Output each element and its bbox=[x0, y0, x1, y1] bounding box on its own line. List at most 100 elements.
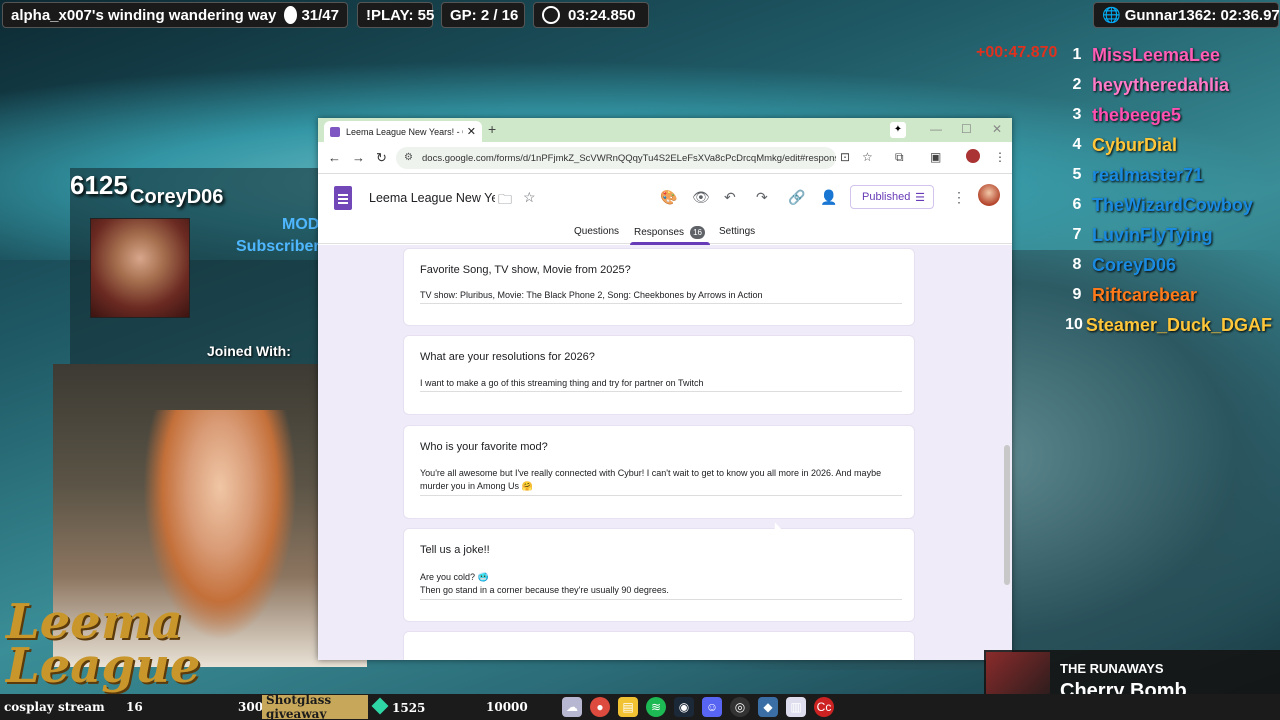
sparkle-icon[interactable]: ✦ bbox=[890, 122, 906, 138]
link-icon[interactable]: 🔗 bbox=[788, 189, 805, 206]
leaderboard-row: 4 CyburDial bbox=[1062, 130, 1272, 160]
points-value: 6125 bbox=[70, 170, 128, 200]
reload-icon[interactable]: ↻ bbox=[376, 150, 387, 166]
response-card: Favorite Song, TV show, Movie from 2025?… bbox=[403, 248, 915, 326]
gp-counter: GP: 2 / 16 bbox=[441, 2, 525, 28]
leaderboard-row: 7 LuvinFlyTying bbox=[1062, 220, 1272, 250]
more-icon[interactable]: ⋮ bbox=[952, 189, 966, 206]
tab-questions[interactable]: Questions bbox=[574, 226, 619, 237]
file-explorer-icon[interactable]: ▤ bbox=[618, 697, 638, 717]
obs-icon[interactable]: ◎ bbox=[730, 697, 750, 717]
published-label: Published bbox=[862, 191, 911, 203]
clock-icon bbox=[542, 6, 560, 24]
star-icon[interactable]: ☆ bbox=[523, 189, 536, 206]
now-playing-artist: THE RUNAWAYS bbox=[1060, 661, 1164, 676]
menu-icon[interactable]: ⋮ bbox=[994, 150, 1006, 164]
leaderboard-rank: 2 bbox=[1072, 76, 1082, 93]
tab-responses[interactable]: Responses 16 bbox=[634, 226, 706, 239]
leaderboard-rank: 5 bbox=[1072, 166, 1082, 183]
progress-count: 31/47 bbox=[301, 6, 339, 24]
sidepanel-icon[interactable]: ▣ bbox=[930, 150, 941, 164]
user-avatar[interactable] bbox=[978, 184, 1000, 206]
url-text: docs.google.com/forms/d/1nPFjmkZ_ScVWRnQ… bbox=[422, 152, 836, 164]
minimize-icon[interactable]: — bbox=[930, 122, 942, 136]
bookmark-star-icon[interactable]: ☆ bbox=[862, 150, 873, 164]
site-info-icon[interactable]: ⚙ bbox=[404, 152, 413, 163]
cloud-icon[interactable]: ☁ bbox=[562, 697, 582, 717]
app-icon[interactable]: ◆ bbox=[758, 697, 778, 717]
extensions-icon[interactable]: ⧉ bbox=[895, 150, 904, 165]
palette-icon[interactable]: 🎨 bbox=[660, 189, 677, 206]
close-window-icon[interactable]: ✕ bbox=[992, 122, 1002, 136]
tab-responses-label: Responses bbox=[634, 227, 685, 238]
scrollbar[interactable] bbox=[1004, 445, 1010, 585]
redo-icon[interactable]: ↷ bbox=[756, 189, 768, 206]
tab-settings[interactable]: Settings bbox=[719, 226, 755, 237]
leaderboard-name: LuvinFlyTying bbox=[1092, 224, 1213, 245]
leaderboard-name: thebeege5 bbox=[1092, 104, 1182, 125]
leaderboard-name: heyytheredahlia bbox=[1092, 74, 1230, 95]
undo-icon[interactable]: ↶ bbox=[724, 189, 736, 206]
steam-icon[interactable]: ◉ bbox=[674, 697, 694, 717]
joined-with-label: Joined With: bbox=[207, 343, 291, 359]
leaderboard-rank: 4 bbox=[1072, 136, 1082, 153]
leaderboard-rank: 3 bbox=[1072, 106, 1082, 123]
split-time: +00:47.870 bbox=[976, 44, 1058, 61]
browser-window: Leema League New Years! - Go ✕ + ✦ — ☐ ✕… bbox=[318, 118, 1012, 660]
response-card: Tell us a joke!! Are you cold? 🥶 Then go… bbox=[403, 528, 915, 622]
forms-favicon-icon bbox=[330, 126, 340, 137]
leaderboard-row: 8 CoreyD06 bbox=[1062, 250, 1272, 280]
leaderboard-name: Steamer_Duck_DGAF bbox=[1085, 314, 1272, 335]
leaderboard-row: 5 realmaster71 bbox=[1062, 160, 1272, 190]
response-card: Who is your favorite mod? You're all awe… bbox=[403, 425, 915, 519]
answer-text: I want to make a go of this streaming th… bbox=[420, 378, 704, 388]
leaderboard-row: 2 heyytheredahlia bbox=[1062, 70, 1272, 100]
leaderboard-name: Riftcarebear bbox=[1092, 284, 1198, 305]
published-button[interactable]: Published ☰ bbox=[850, 185, 934, 209]
leaderboard-row: 6 TheWizardCowboy bbox=[1062, 190, 1272, 220]
leader-time-label: Gunnar1362: 02:36.979 bbox=[1124, 6, 1280, 24]
leaderboard-row: 1 MissLeemaLee bbox=[1062, 40, 1272, 70]
creative-cloud-icon[interactable]: Cc bbox=[814, 697, 834, 717]
url-field[interactable]: docs.google.com/forms/d/1nPFjmkZ_ScVWRnQ… bbox=[396, 147, 836, 169]
browser-tab[interactable]: Leema League New Years! - Go ✕ bbox=[324, 121, 482, 142]
leema-league-logo: Leema League bbox=[6, 594, 201, 694]
spotify-icon[interactable]: ≋ bbox=[646, 697, 666, 717]
leaderboard-rank: 8 bbox=[1072, 256, 1082, 273]
responses-count-badge: 16 bbox=[690, 226, 706, 239]
goal-value: 10000 bbox=[486, 700, 528, 714]
play-label: !PLAY: 55 bbox=[366, 6, 435, 24]
folder-icon[interactable]: 🗀 bbox=[498, 189, 512, 213]
leaderboard-rank: 1 bbox=[1072, 46, 1082, 63]
question-title: Favorite Song, TV show, Movie from 2025? bbox=[420, 264, 631, 276]
preview-eye-icon[interactable]: 👁 bbox=[692, 189, 710, 206]
cosplay-value: 16 bbox=[126, 700, 143, 714]
giveaway-label: Shotglass giveaway bbox=[266, 693, 332, 720]
answer-text: Are you cold? 🥶 Then go stand in a corne… bbox=[420, 572, 669, 595]
race-timer: 03:24.850 bbox=[533, 2, 649, 28]
notepad-icon[interactable]: ▥ bbox=[786, 697, 806, 717]
question-title: Who is your favorite mod? bbox=[420, 441, 548, 453]
leaderboard-name: CoreyD06 bbox=[1092, 254, 1177, 275]
cosplay-label: cosplay stream bbox=[4, 700, 105, 714]
forms-logo-icon[interactable] bbox=[334, 186, 352, 210]
back-icon[interactable]: ← bbox=[328, 150, 341, 165]
answer-text: TV show: Pluribus, Movie: The Black Phon… bbox=[420, 290, 763, 300]
leaderboard-rank: 7 bbox=[1072, 226, 1082, 243]
question-title: What are your resolutions for 2026? bbox=[420, 351, 595, 363]
form-title[interactable]: Leema League New Years! bbox=[369, 191, 495, 205]
secondary-webcam bbox=[90, 218, 190, 318]
forward-icon[interactable]: → bbox=[352, 150, 365, 165]
chrome-icon[interactable]: ● bbox=[590, 697, 610, 717]
add-collaborator-icon[interactable]: 👤 bbox=[820, 189, 837, 206]
giveaway-banner: Shotglass giveaway bbox=[262, 693, 368, 720]
discord-icon[interactable]: ☺ bbox=[702, 697, 722, 717]
gem-counter: 1525 bbox=[371, 697, 425, 715]
browser-profile-avatar[interactable] bbox=[966, 149, 980, 163]
new-tab-icon[interactable]: + bbox=[488, 121, 496, 137]
maximize-icon[interactable]: ☐ bbox=[961, 122, 972, 136]
leaderboard: 1 MissLeemaLee 2 heyytheredahlia 3 thebeege5 4… bbox=[1062, 40, 1272, 340]
leaderboard-name: MissLeemaLee bbox=[1092, 44, 1221, 65]
lens-icon[interactable]: ⊡ bbox=[840, 150, 850, 164]
close-tab-icon[interactable]: ✕ bbox=[467, 125, 476, 138]
